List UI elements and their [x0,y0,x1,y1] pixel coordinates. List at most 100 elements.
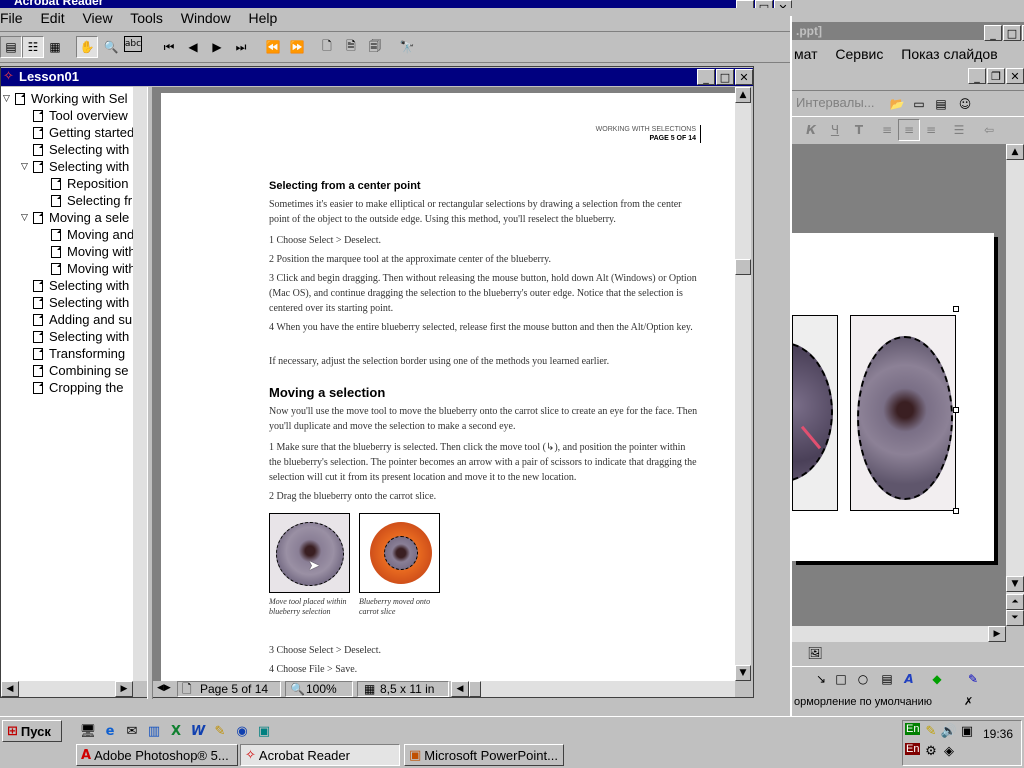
task-powerpoint[interactable]: ▣ Microsoft PowerPoint... [404,744,564,766]
find-icon[interactable]: 🔭 [396,36,418,58]
zoom-indicator[interactable]: 🔍 100% [285,681,353,697]
ppt-vscrollbar[interactable]: ▲ ▼ ⏶ ⏷ [1006,144,1024,626]
bookmark-item[interactable]: Combining se [21,362,129,379]
menu-file[interactable]: File [0,10,23,26]
language-indicator-2[interactable]: En [905,743,921,755]
assistant-icon[interactable]: ☺ [954,93,976,115]
text-select-icon[interactable]: abc [124,36,142,52]
bookmark-item[interactable]: ▽ Working with Sel [3,90,128,107]
task-photoshop[interactable]: A Adobe Photoshop® 5... [76,744,238,766]
resize-arrows-icon[interactable]: ◀▶ [157,681,171,695]
bm-scroll-left-button[interactable]: ◀ [1,681,19,697]
selection-handle[interactable] [953,306,959,312]
ppt-doc-restore-button[interactable]: ❐ [987,68,1005,84]
menu-tools[interactable]: Tools [130,10,163,26]
selection-handle[interactable] [953,508,959,514]
monitor-icon[interactable]: ◈ [941,743,957,759]
ppt-doc-close-button[interactable]: ✕ [1006,68,1024,84]
pencil-tray-icon[interactable]: ✎ [923,723,939,739]
menu-edit[interactable]: Edit [40,10,64,26]
next-page-icon[interactable]: ▶ [206,36,228,58]
folder-icon[interactable]: 📂 [886,93,908,115]
bookmarks-vscroll[interactable] [133,87,147,681]
network-icon[interactable]: ⚙ [923,743,939,759]
ppt-maximize-button[interactable]: □ [1003,25,1021,41]
start-button[interactable]: ⊞ Пуск [2,720,62,742]
ie-icon[interactable]: e [102,723,118,739]
document-vscroll[interactable]: ▲ ▼ [735,87,751,681]
task-acrobat[interactable]: ✧ Acrobat Reader [240,744,400,766]
doc-scroll-down-button[interactable]: ▼ [735,665,751,681]
ppt-hscrollbar[interactable]: ▶ [792,626,1006,642]
ppt-menu-format[interactable]: мат [794,46,818,62]
page-indicator[interactable]: 🗋 Page 5 of 14 [177,681,281,697]
arrow-tool-icon[interactable]: ↘ [810,668,832,690]
scheduler-icon[interactable]: ▣ [959,723,975,739]
bookmark-item[interactable]: Getting started [21,124,133,141]
excel-icon[interactable]: X [168,723,184,739]
go-forward-icon[interactable]: ⏩ [286,36,308,58]
bookmark-item[interactable]: Selecting fr [39,192,132,209]
bookmark-item[interactable]: Moving with [39,243,133,260]
selection-handle[interactable] [953,407,959,413]
expand-triangle-icon[interactable]: ▽ [21,162,33,172]
ppt-minimize-button[interactable]: _ [984,25,1002,41]
doc-scroll-up-button[interactable]: ▲ [735,87,751,103]
next-slide-button[interactable]: ⏷ [1006,610,1024,626]
ppt-doc-minimize-button[interactable]: _ [968,68,986,84]
thumbnails-page-icon[interactable]: ▦ [44,36,66,58]
bookmark-item[interactable]: Selecting with [21,294,129,311]
bookmark-item[interactable]: Selecting with [21,277,129,294]
first-page-icon[interactable]: ⏮ [158,36,180,58]
bookmark-item[interactable]: Tool overview [21,107,128,124]
zoom-tool-icon[interactable]: 🔍 [100,36,122,58]
line-color-icon[interactable]: ✎ [962,668,984,690]
desktop-icon[interactable]: 🖥 [80,723,97,739]
doc-scroll-left-button[interactable]: ◀ [451,681,469,697]
actual-size-icon[interactable]: 🗋 [316,36,338,58]
bookmark-item[interactable]: Reposition [39,175,128,192]
slide-icon[interactable]: ▭ [908,93,930,115]
ppt-menu-slideshow[interactable]: Показ слайдов [901,46,997,62]
expand-triangle-icon[interactable]: ▽ [3,94,15,104]
wordart-icon[interactable]: A [898,668,920,690]
menu-view[interactable]: View [82,10,112,26]
maximize-button[interactable]: □ [755,0,773,8]
slide-view-icon[interactable]: 🖼 [804,642,826,664]
ppt-shadow-button[interactable]: Т [848,119,870,141]
ppt-underline-button[interactable]: Ч [824,119,846,141]
office-icon[interactable]: ▥ [146,723,162,739]
bookmark-item[interactable]: Moving and [39,226,133,243]
ppt-menu-service[interactable]: Сервис [835,46,883,62]
oval-tool-icon[interactable]: ○ [852,668,874,690]
last-page-icon[interactable]: ⏭ [230,36,252,58]
align-center-icon[interactable]: ≡ [898,119,920,141]
scroll-down-button[interactable]: ▼ [1006,576,1024,592]
scroll-right-button[interactable]: ▶ [988,626,1006,642]
bookmark-item[interactable]: Cropping the [21,379,123,396]
word-icon[interactable]: W [190,723,206,739]
bullets-icon[interactable]: ☰ [948,119,970,141]
search-icon[interactable]: ◉ [234,723,250,739]
doc-hscroll[interactable]: ◀ [451,681,735,697]
rectangle-tool-icon[interactable]: □ [830,668,852,690]
bookmark-item[interactable]: Selecting with [21,328,129,345]
doc-minimize-button[interactable]: _ [697,69,715,85]
doc-hscroll-thumb[interactable] [469,681,481,697]
outlook-icon[interactable]: ✉ [124,723,140,739]
slide-image-right[interactable] [850,315,956,511]
ppt-slide[interactable] [792,233,994,561]
close-button[interactable]: ✕ [774,0,792,8]
align-right-icon[interactable]: ≡ [920,119,942,141]
go-back-icon[interactable]: ⏪ [262,36,284,58]
page-only-icon[interactable]: ▤ [0,36,22,58]
doc-scroll-thumb[interactable] [735,259,751,275]
promote-icon[interactable]: ⇦ [978,119,1000,141]
fit-width-icon[interactable]: 🗐 [364,36,386,58]
expand-triangle-icon[interactable]: ▽ [21,213,33,223]
acrobat-titlebar[interactable]: Acrobat Reader [0,0,790,8]
scroll-up-button[interactable]: ▲ [1006,144,1024,160]
ppt-intervals-button[interactable]: Интервалы... [796,95,875,110]
bookmark-item[interactable]: ▽ Selecting with [21,158,129,175]
bookmark-item[interactable]: Moving with [39,260,133,277]
